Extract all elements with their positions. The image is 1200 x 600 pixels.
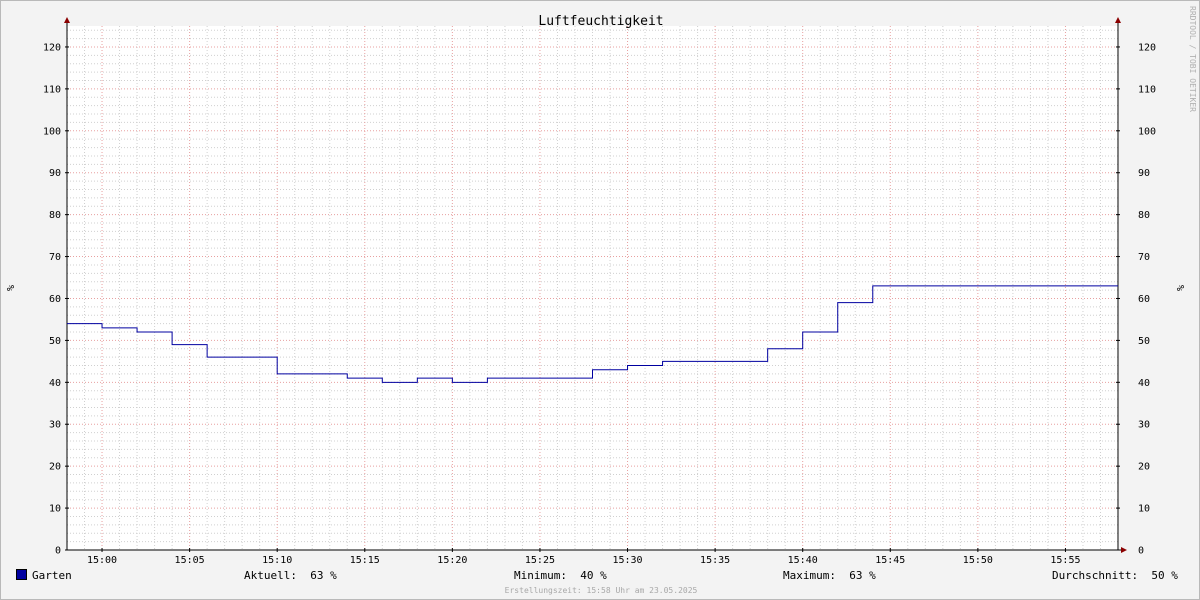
legend-series-name: Garten — [32, 569, 72, 582]
y-tick-label: 10 — [49, 504, 61, 515]
y-tick-labels-right: 0 10 20 30 40 50 60 70 80 90 100 110 120 — [1138, 42, 1156, 556]
current-value: 63 % — [310, 569, 337, 582]
y-tick-label: 60 — [49, 294, 61, 305]
x-tick-label: 15:50 — [963, 555, 993, 566]
x-tick-label: 15:30 — [612, 555, 642, 566]
legend-current: Aktuell: 63 % — [244, 569, 337, 582]
x-tick-label: 15:00 — [87, 555, 117, 566]
y-tick-label: 20 — [49, 462, 61, 473]
avg-value: 50 % — [1151, 569, 1178, 582]
creation-time-footer: Erstellungszeit: 15:58 Uhr am 23.05.2025 — [504, 586, 698, 595]
y-tick-label: 90 — [49, 168, 61, 179]
x-tick-label: 15:45 — [875, 555, 905, 566]
max-label: Maximum: — [783, 569, 836, 582]
y-tick-label: 90 — [1138, 168, 1150, 179]
y-tick-label: 30 — [49, 420, 61, 431]
y-axis-arrow-right — [1115, 17, 1121, 23]
legend-series: Garten — [16, 569, 72, 582]
y-tick-label: 100 — [43, 126, 61, 137]
y-tick-labels-left: 0 10 20 30 40 50 60 70 80 90 100 110 120 — [43, 42, 61, 556]
series-swatch — [16, 569, 27, 580]
x-tick-label: 15:40 — [788, 555, 818, 566]
y-tick-label: 30 — [1138, 420, 1150, 431]
x-tick-label: 15:10 — [262, 555, 292, 566]
y-tick-label: 0 — [55, 546, 61, 557]
y-tick-label: 40 — [1138, 378, 1150, 389]
max-value: 63 % — [849, 569, 876, 582]
x-tick-label: 15:55 — [1050, 555, 1080, 566]
y-tick-label: 110 — [43, 84, 61, 95]
y-tick-label: 70 — [1138, 252, 1150, 263]
y-tick-label: 120 — [1138, 42, 1156, 53]
y-axis-label-right: % — [1176, 285, 1187, 291]
y-tick-label: 120 — [43, 42, 61, 53]
y-axis-arrow-left — [64, 17, 70, 23]
legend-minimum: Minimum: 40 % — [514, 569, 607, 582]
min-label: Minimum: — [514, 569, 567, 582]
y-tick-label: 80 — [49, 210, 61, 221]
legend-maximum: Maximum: 63 % — [783, 569, 876, 582]
y-tick-label: 0 — [1138, 546, 1144, 557]
current-label: Aktuell: — [244, 569, 297, 582]
y-tick-label: 50 — [49, 336, 61, 347]
y-tick-label: 80 — [1138, 210, 1150, 221]
y-tick-label: 110 — [1138, 84, 1156, 95]
y-tick-label: 100 — [1138, 126, 1156, 137]
x-axis-arrow — [1121, 547, 1127, 553]
y-tick-label: 20 — [1138, 462, 1150, 473]
legend-average: Durchschnitt: 50 % — [1052, 569, 1178, 582]
chart-title: Luftfeuchtigkeit — [538, 14, 663, 29]
y-tick-label: 70 — [49, 252, 61, 263]
y-tick-label: 50 — [1138, 336, 1150, 347]
x-tick-labels: 15:00 15:05 15:10 15:15 15:20 15:25 15:30 15:35… — [87, 555, 1081, 566]
x-tick-label: 15:35 — [700, 555, 730, 566]
avg-label: Durchschnitt: — [1052, 569, 1139, 582]
x-tick-label: 15:15 — [350, 555, 380, 566]
y-axis-label-left: % — [6, 285, 17, 291]
x-tick-label: 15:05 — [175, 555, 205, 566]
humidity-chart: 0 10 20 30 40 50 60 70 80 90 100 110 120 0 10 20 30 40 50… — [6, 6, 1197, 566]
min-value: 40 % — [580, 569, 607, 582]
chart-frame: 0 10 20 30 40 50 60 70 80 90 100 110 120 0 10 20 30 40 50… — [0, 0, 1200, 600]
rrdtool-watermark: RRDTOOL / TOBI OETIKER — [1188, 6, 1197, 112]
x-tick-label: 15:20 — [437, 555, 467, 566]
y-tick-label: 60 — [1138, 294, 1150, 305]
y-tick-label: 40 — [49, 378, 61, 389]
x-tick-label: 15:25 — [525, 555, 555, 566]
y-tick-label: 10 — [1138, 504, 1150, 515]
